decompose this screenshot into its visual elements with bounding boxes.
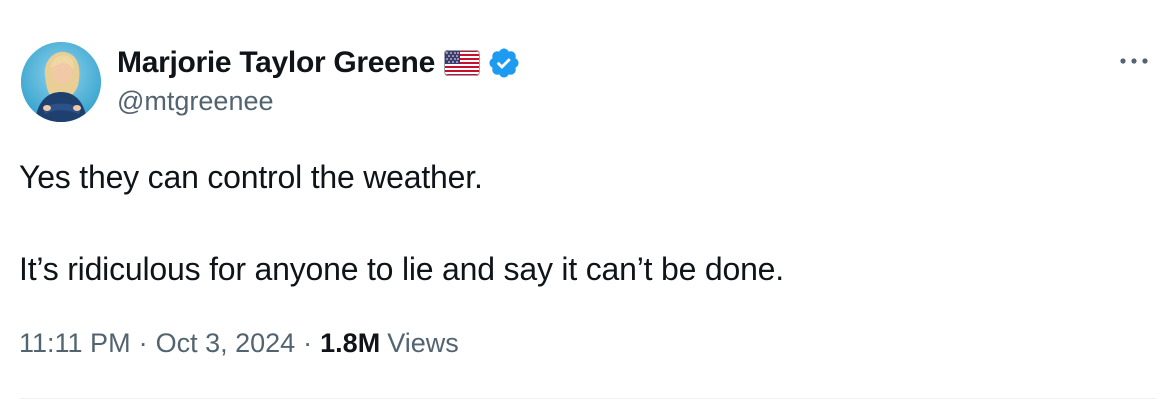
tweet-time[interactable]: 11:11 PM [19, 328, 131, 359]
us-flag-icon [443, 49, 480, 77]
tweet-line: It’s ridiculous for anyone to lie and sa… [19, 251, 784, 287]
views-count: 1.8M [320, 328, 381, 358]
tweet-meta: 11:11 PM · Oct 3, 2024 · 1.8M Views [19, 328, 459, 359]
tweet-card: Marjorie Taylor Greene @mtgreenee Yes th… [0, 0, 1176, 400]
divider [19, 398, 1157, 399]
tweet-line: Yes they can control the weather. [19, 159, 483, 195]
author-avatar[interactable] [21, 42, 101, 122]
more-horizontal-icon [1120, 58, 1148, 64]
meta-separator: · [303, 328, 313, 358]
meta-separator: · [138, 328, 148, 358]
author-handle[interactable]: @mtgreenee [117, 86, 274, 117]
author-name-row: Marjorie Taylor Greene [117, 43, 521, 83]
verified-badge-icon[interactable] [487, 46, 521, 80]
author-display-name[interactable]: Marjorie Taylor Greene [117, 46, 435, 80]
tweet-date[interactable]: Oct 3, 2024 [156, 328, 296, 359]
tweet-text: Yes they can control the weather. It’s r… [19, 154, 784, 292]
avatar-photo [21, 42, 101, 122]
views-label: Views [387, 328, 459, 358]
more-options-button[interactable] [1112, 48, 1156, 74]
